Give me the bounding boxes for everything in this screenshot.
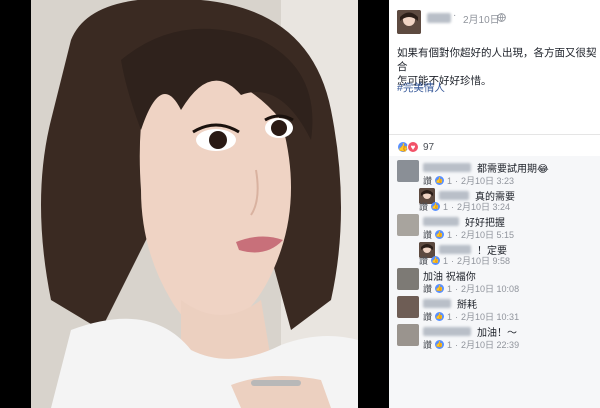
separator: · — [455, 311, 459, 322]
reply-date[interactable]: 2月10日 9:58 — [457, 254, 510, 267]
like-icon: 👍 — [431, 202, 441, 211]
love-icon: ♥ — [407, 141, 419, 153]
like-count: 1 — [447, 283, 453, 294]
comment-text: 加油 祝福你 — [423, 272, 476, 283]
like-button[interactable]: 讚 — [423, 174, 432, 187]
commenter-avatar[interactable] — [397, 296, 419, 318]
like-icon: 👍 — [435, 230, 445, 239]
comment-meta: 讚 👍 1 · 2月10日 10:08 — [423, 282, 519, 295]
like-count: 1 — [447, 311, 453, 322]
reply-meta: 讚 👍 1 · 2月10日 3:24 — [419, 200, 510, 213]
commenter-avatar[interactable] — [397, 160, 419, 182]
replier-name-redacted[interactable] — [439, 191, 469, 200]
author-name-redacted[interactable] — [427, 13, 451, 23]
comment-item: 加油 祝福你 讚 👍 1 · 2月10日 10:08 — [397, 268, 597, 295]
comment-meta: 讚 👍 1 · 2月10日 10:31 — [423, 310, 519, 323]
like-count: 1 — [447, 339, 453, 350]
post-date[interactable]: 2月10日 — [463, 11, 500, 26]
author-avatar[interactable] — [397, 10, 421, 34]
divider — [389, 134, 600, 135]
separator: · — [455, 339, 459, 350]
comments-section: 都需要試用期😂 讚 👍 1 · 2月10日 3:23 真的需要 讚 👍 1 · … — [389, 156, 600, 408]
like-button[interactable]: 讚 — [419, 254, 428, 267]
comment-meta: 讚 👍 1 · 2月10日 3:23 — [423, 174, 514, 187]
commenter-name-redacted[interactable] — [423, 299, 451, 308]
separator: · — [455, 283, 459, 294]
like-icon: 👍 — [435, 340, 445, 349]
post-header: · 2月10日 — [397, 8, 597, 38]
reaction-count: 97 — [423, 141, 435, 153]
replier-name-redacted[interactable] — [439, 245, 471, 254]
commenter-avatar[interactable] — [397, 324, 419, 346]
like-button[interactable]: 讚 — [423, 228, 432, 241]
separator: · — [453, 10, 457, 21]
like-icon: 👍 — [435, 284, 445, 293]
reactions-summary[interactable]: 👍 ♥ 97 — [397, 140, 434, 154]
comment-date[interactable]: 2月10日 5:15 — [461, 228, 514, 241]
like-icon: 👍 — [435, 176, 445, 185]
hashtag-link[interactable]: #完美情人 — [397, 80, 445, 95]
post-text-line-1: 如果有個對你超好的人出現，各方面又很契合 — [397, 47, 597, 73]
commenter-avatar[interactable] — [397, 214, 419, 236]
like-icon: 👍 — [435, 312, 445, 321]
like-button[interactable]: 讚 — [423, 310, 432, 323]
comment-date[interactable]: 2月10日 10:31 — [461, 310, 519, 323]
globe-icon — [497, 13, 506, 22]
comment-text: 都需要試用期😂 — [477, 164, 549, 175]
like-icon: 👍 — [431, 256, 441, 265]
photo-viewer — [0, 0, 389, 408]
comment-meta: 讚 👍 1 · 2月10日 22:39 — [423, 338, 519, 351]
like-button[interactable]: 讚 — [423, 282, 432, 295]
reply-meta: 讚 👍 1 · 2月10日 9:58 — [419, 254, 510, 267]
commenter-name-redacted[interactable] — [423, 327, 471, 336]
like-count: 1 — [447, 229, 453, 240]
like-button[interactable]: 讚 — [423, 338, 432, 351]
comment-date[interactable]: 2月10日 22:39 — [461, 338, 519, 351]
comment-item: 掰耗 讚 👍 1 · 2月10日 10:31 — [397, 296, 597, 323]
commenter-avatar[interactable] — [397, 268, 419, 290]
separator: · — [455, 175, 459, 186]
reply-date[interactable]: 2月10日 3:24 — [457, 200, 510, 213]
post-photo[interactable] — [31, 0, 358, 408]
like-count: 1 — [443, 255, 449, 266]
photo-illustration — [31, 0, 358, 408]
comment-date[interactable]: 2月10日 3:23 — [461, 174, 514, 187]
separator: · — [451, 201, 455, 212]
post-sidebar: · 2月10日 如果有個對你超好的人出現，各方面又很契合 怎可能不好好珍惜。 #… — [389, 0, 600, 408]
separator: · — [455, 229, 459, 240]
comment-item: 好好把握 讚 👍 1 · 2月10日 5:15 — [397, 214, 597, 241]
comment-item: 都需要試用期😂 讚 👍 1 · 2月10日 3:23 — [397, 160, 597, 187]
comment-item: 加油！～ 讚 👍 1 · 2月10日 22:39 — [397, 324, 597, 351]
comment-text: 好好把握 — [465, 218, 505, 229]
like-button[interactable]: 讚 — [419, 200, 428, 213]
like-count: 1 — [443, 201, 449, 212]
like-count: 1 — [447, 175, 453, 186]
commenter-name-redacted[interactable] — [423, 217, 459, 226]
comment-meta: 讚 👍 1 · 2月10日 5:15 — [423, 228, 514, 241]
commenter-name-redacted[interactable] — [423, 163, 471, 172]
reply-item: 真的需要 讚 👍 1 · 2月10日 3:24 — [419, 188, 594, 213]
comment-text: 加油！～ — [477, 328, 517, 339]
comment-date[interactable]: 2月10日 10:08 — [461, 282, 519, 295]
reply-item: ！定要 讚 👍 1 · 2月10日 9:58 — [419, 242, 594, 267]
comment-text: 掰耗 — [457, 300, 477, 311]
separator: · — [451, 255, 455, 266]
